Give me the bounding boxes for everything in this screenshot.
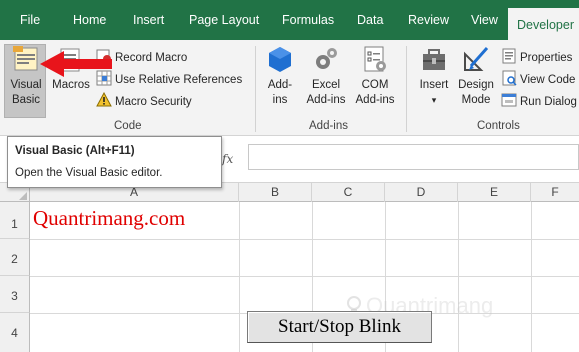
view-code-label: View Code: [520, 74, 576, 86]
tab-page-layout[interactable]: Page Layout: [189, 0, 259, 40]
record-macro-label: Record Macro: [115, 52, 188, 64]
properties-label: Properties: [520, 52, 573, 64]
excel-addins-button[interactable]: Excel Add-ins: [303, 44, 349, 108]
insert-dropdown-chevron-icon: ▾: [431, 95, 437, 105]
tab-insert[interactable]: Insert: [133, 0, 164, 40]
tooltip-description: Open the Visual Basic editor.: [15, 167, 163, 179]
toolbox-icon: [423, 49, 445, 70]
row-header-4[interactable]: 4: [0, 313, 30, 352]
group-divider: [406, 46, 407, 132]
controls-group-label: Controls: [477, 120, 520, 132]
addins-group-label: Add-ins: [309, 120, 348, 132]
design-mode-button[interactable]: Design Mode: [456, 44, 496, 108]
excel-addins-label-2: Add-ins: [306, 94, 346, 106]
run-dialog-icon: [501, 93, 517, 107]
properties-button[interactable]: Properties: [501, 48, 572, 68]
run-dialog-label: Run Dialog: [520, 96, 577, 108]
insert-controls-label: Insert: [419, 79, 449, 91]
warning-icon: [96, 92, 112, 107]
ribbon-tab-bar: File Home Insert Page Layout Formulas Da…: [0, 0, 579, 40]
macro-security-label: Macro Security: [115, 96, 192, 108]
com-addins-label-1: COM: [361, 79, 389, 91]
properties-icon: [502, 48, 516, 64]
tab-file[interactable]: File: [20, 0, 40, 40]
group-divider: [255, 46, 256, 132]
visual-basic-icon: [13, 46, 38, 71]
use-relative-references-label: Use Relative References: [115, 74, 243, 86]
row-header-2[interactable]: 2: [0, 239, 30, 276]
com-addins-button[interactable]: COM Add-ins: [352, 44, 398, 108]
code-group-label: Code: [114, 120, 142, 132]
addins-hexagon-icon: [269, 47, 291, 72]
select-all-triangle-icon: [19, 192, 27, 200]
design-mode-label-1: Design: [458, 79, 494, 91]
tab-view[interactable]: View: [471, 0, 498, 40]
column-header-d[interactable]: D: [385, 183, 458, 202]
addins-label-2: ins: [272, 94, 288, 106]
com-addins-label-2: Add-ins: [355, 94, 395, 106]
addins-button[interactable]: Add- ins: [262, 44, 298, 108]
tab-formulas[interactable]: Formulas: [282, 0, 334, 40]
view-code-icon: [502, 70, 517, 86]
column-header-c[interactable]: C: [312, 183, 385, 202]
visual-basic-label-1: Visual: [10, 79, 42, 91]
cell-a1-text[interactable]: Quantrimang.com: [33, 206, 185, 231]
macros-label: Macros: [52, 79, 90, 91]
column-header-e[interactable]: E: [458, 183, 531, 202]
column-header-f[interactable]: F: [531, 183, 579, 202]
tab-review[interactable]: Review: [408, 0, 449, 40]
formula-input[interactable]: [248, 144, 579, 170]
com-addins-icon: [364, 46, 386, 72]
visual-basic-tooltip: Visual Basic (Alt+F11) Open the Visual B…: [7, 136, 222, 188]
tab-developer[interactable]: Developer: [508, 8, 579, 40]
run-dialog-button[interactable]: Run Dialog: [501, 92, 577, 112]
macro-security-button[interactable]: Macro Security: [96, 92, 192, 112]
tab-home[interactable]: Home: [73, 0, 106, 40]
visual-basic-label-2: Basic: [11, 94, 41, 106]
red-arrow-annotation-icon: [40, 51, 112, 77]
start-stop-blink-button[interactable]: Start/Stop Blink: [247, 311, 432, 343]
tab-data[interactable]: Data: [357, 0, 383, 40]
use-relative-references-button[interactable]: Use Relative References: [96, 70, 242, 90]
design-mode-icon: [464, 47, 489, 71]
row-header-1[interactable]: 1: [0, 202, 30, 239]
column-header-b[interactable]: B: [239, 183, 312, 202]
design-mode-label-2: Mode: [461, 94, 491, 106]
excel-addins-label-1: Excel: [311, 79, 341, 91]
insert-controls-button[interactable]: Insert ▾: [416, 44, 452, 108]
fx-icon[interactable]: fx: [222, 152, 233, 166]
row-header-3[interactable]: 3: [0, 276, 30, 313]
view-code-button[interactable]: View Code: [501, 70, 575, 90]
gears-icon: [316, 48, 337, 69]
tooltip-title: Visual Basic (Alt+F11): [15, 145, 135, 157]
addins-label-1: Add-: [267, 79, 293, 91]
